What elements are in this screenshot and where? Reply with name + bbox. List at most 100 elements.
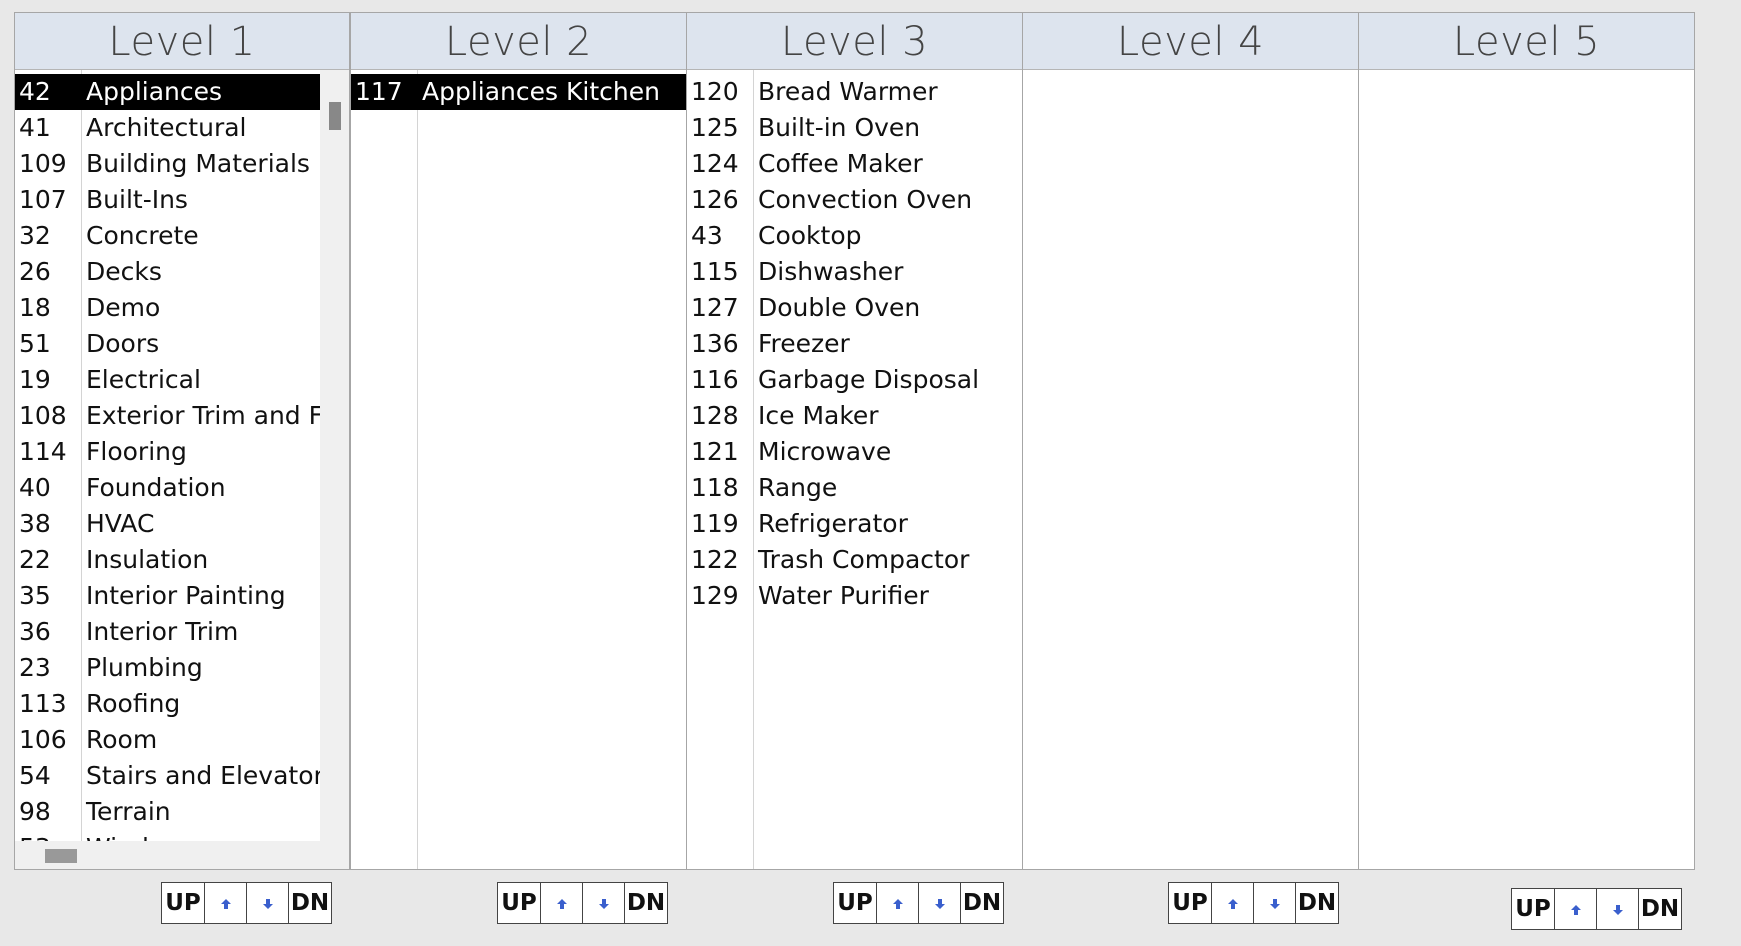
- level-5-move-down-button[interactable]: [1597, 889, 1639, 929]
- item-id: 51: [19, 329, 51, 358]
- item-id: 122: [691, 545, 739, 574]
- list-item[interactable]: 106 Room: [15, 722, 320, 758]
- list-item[interactable]: 116 Garbage Disposal: [687, 362, 1022, 398]
- arrow-down-icon: [934, 890, 946, 916]
- level-3-down-button[interactable]: DN: [961, 883, 1003, 923]
- level-3-nav: UP DN: [833, 882, 1004, 924]
- level-3-move-down-button[interactable]: [919, 883, 961, 923]
- list-item[interactable]: 129 Water Purifier: [687, 578, 1022, 614]
- item-name: Plumbing: [86, 653, 203, 682]
- list-item[interactable]: 36 Interior Trim: [15, 614, 320, 650]
- list-item[interactable]: 35 Interior Painting: [15, 578, 320, 614]
- list-item[interactable]: 108 Exterior Trim and Features: [15, 398, 320, 434]
- level-5-move-up-button[interactable]: [1555, 889, 1597, 929]
- list-item[interactable]: 109 Building Materials: [15, 146, 320, 182]
- list-item[interactable]: 40 Foundation: [15, 470, 320, 506]
- level-3-move-up-button[interactable]: [877, 883, 919, 923]
- level-1-vertical-scrollbar[interactable]: [320, 70, 349, 841]
- list-item[interactable]: 54 Stairs and Elevator: [15, 758, 320, 794]
- list-item[interactable]: 122 Trash Compactor: [687, 542, 1022, 578]
- level-5-nav: UP DN: [1511, 888, 1682, 930]
- list-item[interactable]: 127 Double Oven: [687, 290, 1022, 326]
- list-item[interactable]: 32 Concrete: [15, 218, 320, 254]
- list-item[interactable]: 19 Electrical: [15, 362, 320, 398]
- level-4-move-down-button[interactable]: [1254, 883, 1296, 923]
- item-name: Demo: [86, 293, 161, 322]
- list-item[interactable]: 120 Bread Warmer: [687, 74, 1022, 110]
- list-item[interactable]: 115 Dishwasher: [687, 254, 1022, 290]
- level-1-list[interactable]: 42 Appliances 41 Architectural 109 Building M…: [15, 70, 349, 869]
- arrow-down-icon: [262, 890, 274, 916]
- level-1-vertical-scroll-thumb[interactable]: [329, 102, 341, 130]
- item-name: Convection Oven: [758, 185, 973, 214]
- level-5-up-button[interactable]: UP: [1512, 889, 1555, 929]
- item-id: 36: [19, 617, 51, 646]
- item-id: 40: [19, 473, 51, 502]
- list-item[interactable]: 121 Microwave: [687, 434, 1022, 470]
- level-1-move-up-button[interactable]: [205, 883, 247, 923]
- item-id: 114: [19, 437, 67, 466]
- list-item[interactable]: 118 Range: [687, 470, 1022, 506]
- item-id: 22: [19, 545, 51, 574]
- item-name: Terrain: [86, 797, 171, 826]
- item-name: Doors: [86, 329, 160, 358]
- level-1-move-down-button[interactable]: [247, 883, 289, 923]
- level-2-down-button[interactable]: DN: [625, 883, 667, 923]
- level-1-horizontal-scroll-thumb[interactable]: [45, 849, 77, 863]
- level-3-list[interactable]: 120 Bread Warmer 125 Built-in Oven 124 Coffee…: [687, 70, 1022, 869]
- level-5-title: Level 5: [1359, 13, 1694, 70]
- list-item[interactable]: 38 HVAC: [15, 506, 320, 542]
- level-2-list[interactable]: 117 Appliances Kitchen: [351, 70, 686, 869]
- level-1-rows: 42 Appliances 41 Architectural 109 Building M…: [15, 74, 320, 866]
- level-2-rows: 117 Appliances Kitchen: [351, 74, 686, 110]
- list-item[interactable]: 98 Terrain: [15, 794, 320, 830]
- level-2-move-up-button[interactable]: [541, 883, 583, 923]
- item-name: Decks: [86, 257, 162, 286]
- level-4-move-up-button[interactable]: [1212, 883, 1254, 923]
- item-id: 116: [691, 365, 739, 394]
- level-4-title: Level 4: [1023, 13, 1358, 70]
- item-name: Ice Maker: [758, 401, 879, 430]
- list-item[interactable]: 41 Architectural: [15, 110, 320, 146]
- item-id: 18: [19, 293, 51, 322]
- list-item[interactable]: 107 Built-Ins: [15, 182, 320, 218]
- list-item[interactable]: 114 Flooring: [15, 434, 320, 470]
- level-4-list[interactable]: [1023, 70, 1358, 869]
- item-name: Appliances: [86, 77, 223, 106]
- arrow-down-icon: [1612, 896, 1624, 922]
- list-item[interactable]: 117 Appliances Kitchen: [351, 74, 686, 110]
- level-3-up-button[interactable]: UP: [834, 883, 877, 923]
- level-4-up-button[interactable]: UP: [1169, 883, 1212, 923]
- list-item[interactable]: 18 Demo: [15, 290, 320, 326]
- list-item[interactable]: 124 Coffee Maker: [687, 146, 1022, 182]
- list-item[interactable]: 119 Refrigerator: [687, 506, 1022, 542]
- item-id: 124: [691, 149, 739, 178]
- item-name: Insulation: [86, 545, 209, 574]
- level-5-list[interactable]: [1359, 70, 1694, 869]
- level-1-horizontal-scrollbar[interactable]: [15, 841, 349, 869]
- level-1-up-button[interactable]: UP: [162, 883, 205, 923]
- list-item[interactable]: 126 Convection Oven: [687, 182, 1022, 218]
- level-5-down-button[interactable]: DN: [1639, 889, 1681, 929]
- item-id: 26: [19, 257, 51, 286]
- list-item[interactable]: 26 Decks: [15, 254, 320, 290]
- list-item[interactable]: 125 Built-in Oven: [687, 110, 1022, 146]
- list-item[interactable]: 136 Freezer: [687, 326, 1022, 362]
- list-item[interactable]: 22 Insulation: [15, 542, 320, 578]
- list-item[interactable]: 42 Appliances: [15, 74, 320, 110]
- list-item[interactable]: 23 Plumbing: [15, 650, 320, 686]
- item-name: Bread Warmer: [758, 77, 938, 106]
- list-item[interactable]: 43 Cooktop: [687, 218, 1022, 254]
- level-1-down-button[interactable]: DN: [289, 883, 331, 923]
- item-id: 98: [19, 797, 51, 826]
- item-name: Foundation: [86, 473, 226, 502]
- list-item[interactable]: 113 Roofing: [15, 686, 320, 722]
- level-2-move-down-button[interactable]: [583, 883, 625, 923]
- item-id: 35: [19, 581, 51, 610]
- level-2-up-button[interactable]: UP: [498, 883, 541, 923]
- list-item[interactable]: 51 Doors: [15, 326, 320, 362]
- list-item[interactable]: 128 Ice Maker: [687, 398, 1022, 434]
- level-4-down-button[interactable]: DN: [1296, 883, 1338, 923]
- item-name: Stairs and Elevator: [86, 761, 320, 790]
- item-name: Microwave: [758, 437, 892, 466]
